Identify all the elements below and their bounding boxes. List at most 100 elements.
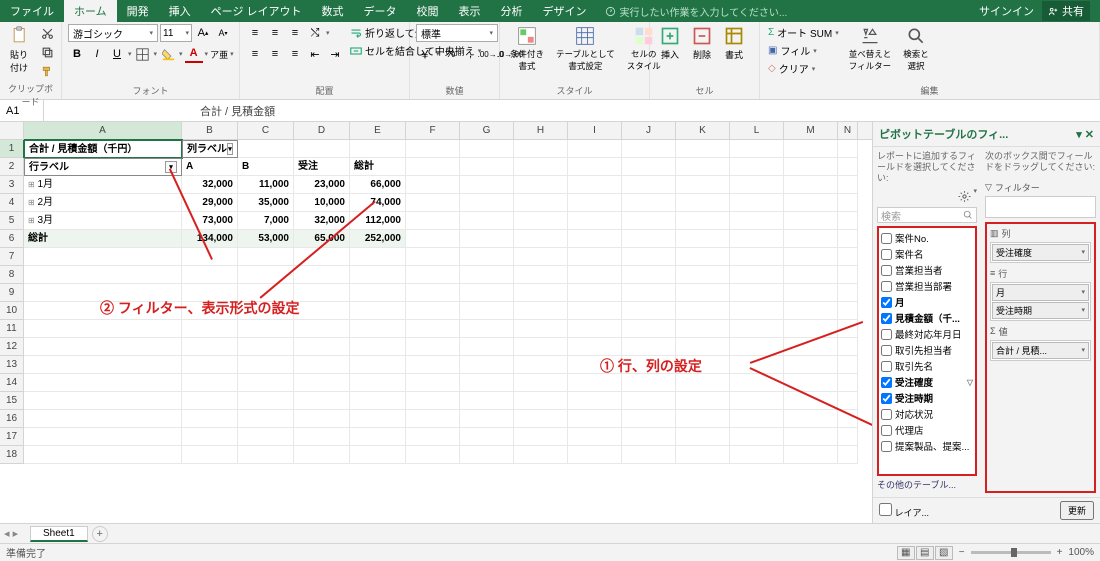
cell[interactable]	[294, 302, 350, 320]
cell[interactable]	[406, 320, 460, 338]
cell[interactable]	[676, 140, 730, 158]
italic-button[interactable]: I	[88, 45, 106, 63]
increase-font-icon[interactable]: A▴	[194, 24, 212, 42]
cell[interactable]	[406, 212, 460, 230]
cell[interactable]	[838, 140, 858, 158]
cell[interactable]	[730, 284, 784, 302]
cell[interactable]	[514, 410, 568, 428]
cell[interactable]	[460, 284, 514, 302]
number-format-select[interactable]: 標準▾	[416, 24, 498, 42]
row-header[interactable]: 13	[0, 356, 24, 374]
cell[interactable]	[182, 446, 238, 464]
percent-icon[interactable]: %	[442, 45, 460, 63]
cell[interactable]	[238, 140, 294, 158]
cell[interactable]	[676, 212, 730, 230]
row-header[interactable]: 3	[0, 176, 24, 194]
cell[interactable]	[350, 338, 406, 356]
clear-button[interactable]: ◇クリア▾	[766, 60, 841, 77]
cell[interactable]	[406, 410, 460, 428]
underline-button[interactable]: U	[108, 45, 126, 63]
cell[interactable]	[730, 302, 784, 320]
tab-挿入[interactable]: 挿入	[159, 0, 201, 22]
field-item[interactable]: 受注時期	[881, 390, 973, 406]
cell[interactable]	[406, 338, 460, 356]
sort-filter-button[interactable]: 並べ替えと フィルター	[845, 24, 896, 74]
cell[interactable]	[622, 140, 676, 158]
cell[interactable]	[622, 446, 676, 464]
rows-area[interactable]: 月▾受注時期▾	[990, 282, 1091, 321]
cell[interactable]	[622, 338, 676, 356]
row-header[interactable]: 12	[0, 338, 24, 356]
cell[interactable]	[622, 356, 676, 374]
field-item[interactable]: 営業担当部署	[881, 278, 973, 294]
cell[interactable]	[622, 374, 676, 392]
cell[interactable]	[460, 248, 514, 266]
cell[interactable]	[238, 374, 294, 392]
column-headers[interactable]: ABCDEFGHIJKLMN	[24, 122, 872, 140]
cell[interactable]	[294, 266, 350, 284]
cell[interactable]	[784, 302, 838, 320]
cell[interactable]	[182, 302, 238, 320]
tab-分析[interactable]: 分析	[491, 0, 533, 22]
find-select-button[interactable]: 検索と 選択	[899, 24, 933, 74]
cell[interactable]	[514, 338, 568, 356]
area-item[interactable]: 受注確度▾	[992, 244, 1089, 261]
zoom-out-button[interactable]: −	[959, 547, 965, 558]
col-header[interactable]: I	[568, 122, 622, 139]
cell[interactable]	[460, 320, 514, 338]
cell[interactable]	[294, 428, 350, 446]
cell[interactable]	[676, 446, 730, 464]
cell[interactable]	[406, 356, 460, 374]
border-icon[interactable]	[134, 45, 152, 63]
cell[interactable]: 11,000	[238, 176, 294, 194]
cell[interactable]	[676, 284, 730, 302]
cell[interactable]	[182, 284, 238, 302]
cell[interactable]	[350, 356, 406, 374]
conditional-format-button[interactable]: 条件付き 書式	[506, 24, 548, 74]
cell[interactable]	[730, 374, 784, 392]
cell[interactable]	[514, 140, 568, 158]
cell[interactable]	[514, 266, 568, 284]
field-item[interactable]: 受注確度▽	[881, 374, 973, 390]
align-right-icon[interactable]: ≡	[286, 45, 304, 63]
cell[interactable]	[294, 356, 350, 374]
col-header[interactable]: C	[238, 122, 294, 139]
cell[interactable]	[568, 194, 622, 212]
other-tables-link[interactable]: その他のテーブル...	[877, 476, 977, 493]
cell[interactable]	[784, 158, 838, 176]
cell[interactable]	[568, 212, 622, 230]
cell[interactable]	[24, 446, 182, 464]
format-painter-icon[interactable]	[38, 62, 56, 80]
row-header[interactable]: 6	[0, 230, 24, 248]
cell[interactable]	[730, 158, 784, 176]
cell[interactable]	[838, 194, 858, 212]
delete-button[interactable]: 削除	[688, 24, 716, 63]
cell[interactable]	[568, 266, 622, 284]
view-break-icon[interactable]: ▧	[935, 546, 953, 560]
cell[interactable]	[294, 374, 350, 392]
defer-layout-checkbox[interactable]: レイア...	[879, 503, 929, 519]
cell[interactable]	[406, 266, 460, 284]
cell[interactable]	[676, 392, 730, 410]
cell[interactable]: ⊞ 2月	[24, 194, 182, 212]
col-header[interactable]: H	[514, 122, 568, 139]
formula-input[interactable]: 合計 / 見積金額	[194, 101, 1100, 121]
field-item[interactable]: 代理店	[881, 422, 973, 438]
cell[interactable]	[676, 266, 730, 284]
cell[interactable]	[514, 284, 568, 302]
view-normal-icon[interactable]: ▦	[897, 546, 915, 560]
zoom-in-button[interactable]: +	[1057, 547, 1063, 558]
cell[interactable]: 受注	[294, 158, 350, 176]
cell[interactable]	[406, 194, 460, 212]
cell[interactable]	[514, 428, 568, 446]
cell[interactable]	[838, 446, 858, 464]
col-header[interactable]: B	[182, 122, 238, 139]
cell[interactable]	[406, 230, 460, 248]
cell[interactable]	[676, 176, 730, 194]
cell[interactable]	[622, 410, 676, 428]
cell[interactable]	[294, 248, 350, 266]
cell[interactable]	[784, 374, 838, 392]
cell[interactable]	[24, 248, 182, 266]
col-header[interactable]: N	[838, 122, 858, 139]
tab-表示[interactable]: 表示	[449, 0, 491, 22]
